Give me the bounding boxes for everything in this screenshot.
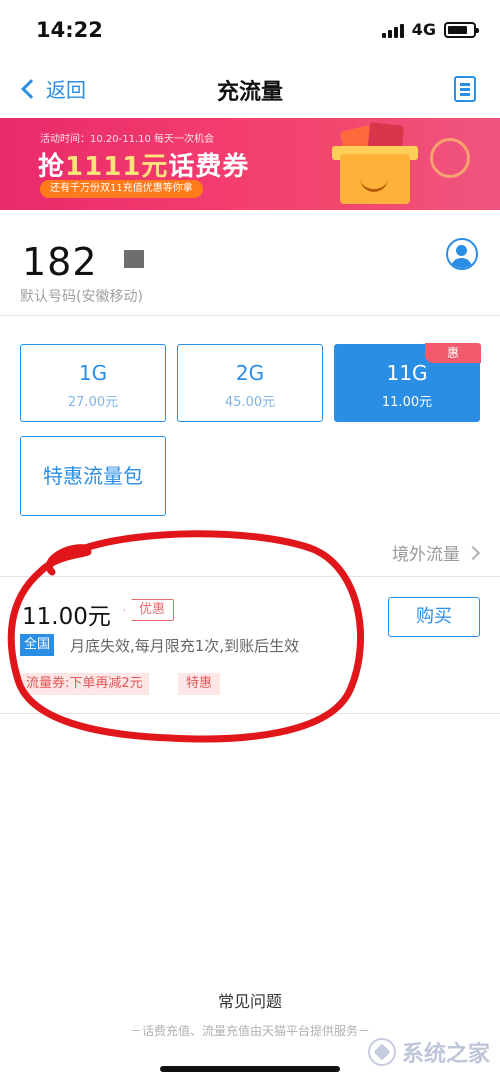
banner-activity-time: 活动时间：10.20-11.10 每天一次机会 [40,134,215,145]
discount-tag: 惠 [425,343,481,363]
status-indicators: 4G [381,20,479,39]
status-bar: 14:22 4G [0,0,500,62]
overseas-label: 境外流量 [392,545,460,565]
plan-size: 11G [386,361,428,385]
plan-card-11g[interactable]: 惠 11G 11.00元 [334,343,481,422]
plan-price: 11.00元 [381,395,433,410]
chevron-right-icon [465,545,481,560]
offer-description: 月底失效,每月限充1次,到账后生效 [70,637,300,655]
buy-button[interactable]: 购买 [388,597,480,637]
home-indicator[interactable] [160,1066,340,1072]
offer-price: 11.00元 [22,604,111,630]
plan-size: 1G [78,361,108,385]
coupon-tag: 流量券:下单再减2元 [20,673,149,695]
phone-number[interactable]: 182 [22,240,98,284]
banner-title: 抢1111元话费券 [38,146,249,183]
status-time: 14:22 [36,18,103,42]
plan-price: 45.00元 [224,395,276,410]
battery-icon [444,21,479,38]
scope-tag: 全国 [20,634,55,656]
contact-icon[interactable] [446,238,478,270]
banner-subtitle: 还有千万份双11充值优惠等你拿 [40,180,203,198]
plan-price: 27.00元 [67,395,119,410]
redaction-mask [124,250,144,268]
phone-note: 默认号码(安徽移动) [20,289,143,305]
plan-card-1g[interactable]: 1G 27.00元 [20,344,166,422]
phone-section: 182 默认号码(安徽移动) [0,210,500,316]
page-title: 充流量 [216,80,283,105]
signal-icon [381,22,404,38]
banner-title-prefix: 抢 [38,152,66,182]
watermark: 系统之家 [367,1036,490,1068]
nav-bar: 返回 充流量 [0,62,500,118]
network-type: 4G [411,20,436,39]
banner-title-suffix: 话费券 [168,152,250,182]
special-pack-card[interactable]: 特惠流量包 [20,436,166,516]
promo-banner[interactable]: 活动时间：10.20-11.10 每天一次机会 抢1111元话费券 还有千万份双… [0,118,500,210]
special-tag: 特惠 [178,673,221,695]
plan-size: 2G [235,361,265,385]
watermark-logo-icon [367,1038,396,1066]
overseas-data-link[interactable]: 境外流量 [392,540,481,565]
document-icon[interactable] [454,76,476,102]
watermark-text: 系统之家 [401,1042,490,1067]
promo-tag: 优惠 [124,599,175,621]
plan-card-2g[interactable]: 2G 45.00元 [177,344,323,422]
offer-detail: 11.00元 优惠 全国 月底失效,每月限充1次,到账后生效 流量券:下单再减2… [0,576,500,714]
ribbon-graphic [430,138,470,178]
banner-title-highlight: 1111元 [65,152,169,182]
faq-link[interactable]: 常见问题 [0,988,500,1012]
